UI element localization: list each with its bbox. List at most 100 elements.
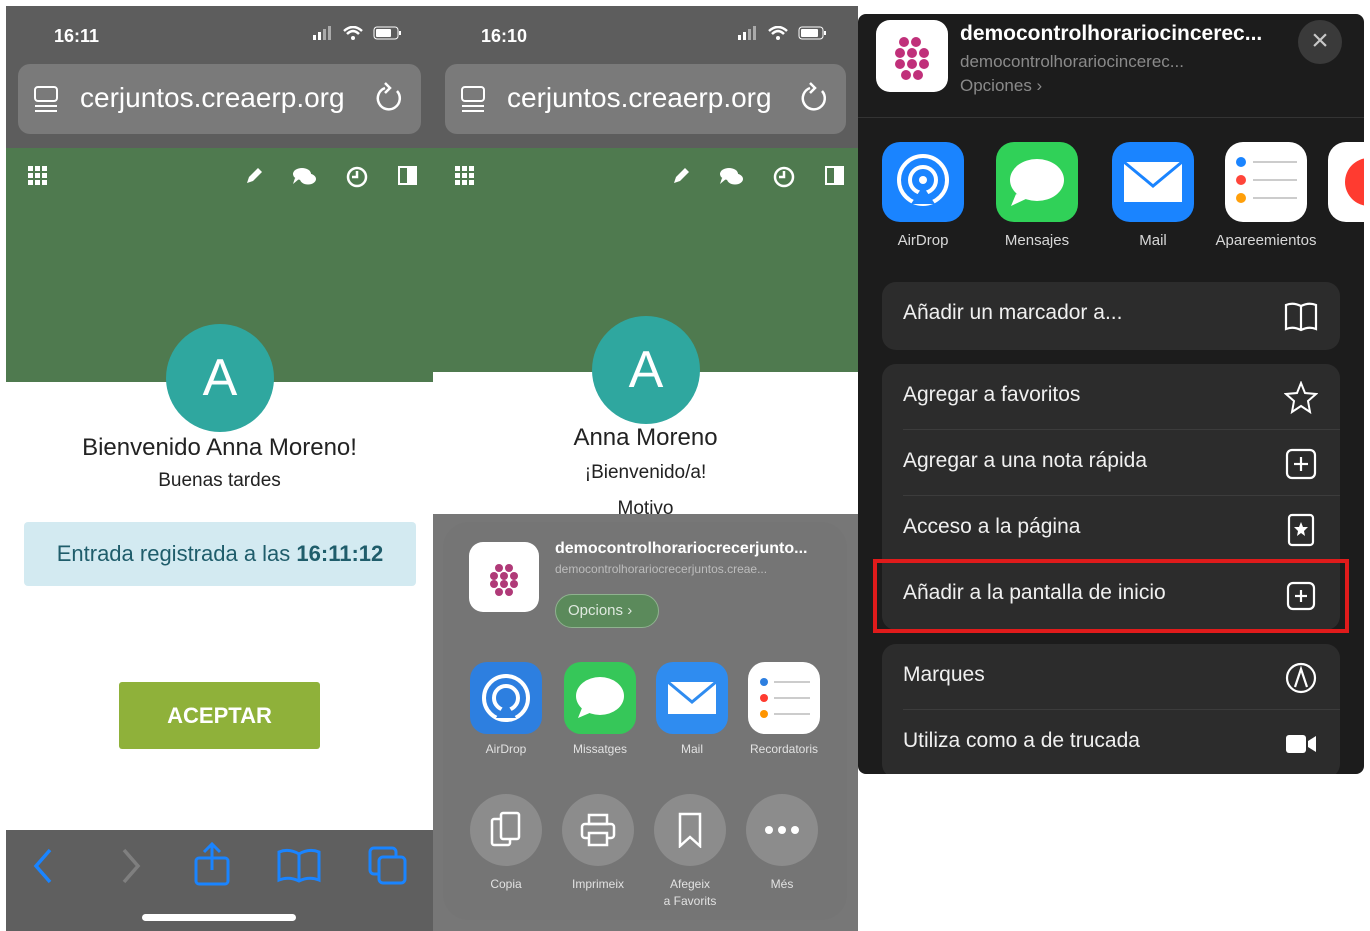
app-toolbar [433, 148, 858, 210]
grape-logo-icon [490, 564, 518, 596]
avatar: A [592, 316, 700, 424]
entry-time: 16:11:12 [296, 541, 384, 566]
share-app-messages[interactable]: Mensajes [982, 142, 1092, 249]
reminders-icon [1225, 142, 1307, 222]
back-icon[interactable] [32, 848, 56, 884]
address-bar[interactable]: cerjuntos.creaerp.org [18, 64, 421, 134]
share-action-more[interactable]: Més [737, 794, 827, 893]
grid-icon[interactable] [28, 166, 48, 186]
reload-icon[interactable] [798, 82, 830, 114]
app-label: AirDrop [897, 232, 949, 249]
clock-icon[interactable] [346, 166, 368, 188]
partial-app-icon [1328, 142, 1364, 222]
share-app-reminders[interactable]: Apareemientos [1211, 142, 1321, 249]
entry-label: Entrada registrada a las [56, 541, 297, 566]
reader-icon[interactable] [32, 84, 62, 114]
options-label: Opciones [960, 76, 1032, 95]
mail-icon [1112, 142, 1194, 222]
status-bar: 16:11 [6, 6, 433, 62]
site-icon [469, 542, 539, 612]
sidebar-toggle-icon[interactable] [825, 166, 845, 186]
row-page-access[interactable]: Acceso a la página [882, 496, 1340, 562]
close-button[interactable]: × [1298, 20, 1342, 64]
reader-icon[interactable] [459, 84, 489, 114]
share-action-add-favorites[interactable]: Afegeix a Favorits [645, 794, 735, 910]
bookmarks-icon[interactable] [276, 848, 322, 884]
print-icon [562, 794, 634, 866]
share-title: democontrolhorariocrecerjunto... [555, 540, 808, 557]
row-use-as-ringtone[interactable]: Utiliza como a de trucada [882, 710, 1340, 774]
chat-icon[interactable] [292, 166, 318, 188]
tabs-icon[interactable] [368, 846, 408, 886]
site-icon [876, 20, 948, 92]
address-bar[interactable]: cerjuntos.creaerp.org [445, 64, 846, 134]
share-subtitle: democontrolhorariocincerec... [960, 52, 1184, 71]
app-label: Mensajes [1004, 232, 1070, 249]
bookmark-icon [654, 794, 726, 866]
share-action-print[interactable]: Imprimeix [553, 794, 643, 893]
video-icon [1286, 735, 1316, 753]
messages-icon [564, 662, 636, 734]
reload-icon[interactable] [373, 82, 405, 114]
url-text: cerjuntos.creaerp.org [507, 82, 772, 113]
avatar: A [166, 324, 274, 432]
action-label: Imprimeix [571, 877, 624, 891]
app-label: Missatges [572, 742, 628, 756]
battery-icon [373, 26, 401, 40]
share-title: democontrolhorariocincerec... [960, 22, 1263, 45]
options-button[interactable]: Opcions › [555, 594, 659, 628]
greeting-text: Buenas tardes [158, 470, 281, 491]
accept-button[interactable]: ACEPTAR [119, 682, 320, 749]
divider [858, 117, 1364, 118]
share-app-partial[interactable]: Y [1314, 142, 1364, 249]
signal-icon [313, 26, 331, 40]
row-add-bookmark[interactable]: Añadir un marcador a... [882, 282, 1340, 348]
row-label: Marques [903, 663, 985, 686]
forward-icon[interactable] [118, 848, 142, 884]
phone-screen-share-sheet: 16:10 cerjuntos.creaerp.org A Anna Moren… [433, 6, 858, 931]
pencil-icon[interactable] [244, 166, 264, 186]
sidebar-toggle-icon[interactable] [398, 166, 418, 186]
share-app-airdrop[interactable]: AirDrop [469, 662, 543, 756]
app-toolbar [6, 148, 433, 210]
clock-icon[interactable] [773, 166, 795, 188]
row-quick-note[interactable]: Agregar a una nota rápida [882, 430, 1340, 496]
mail-icon [656, 662, 728, 734]
row-label: Agregar a favoritos [903, 383, 1081, 406]
share-app-mail[interactable]: Mail [1098, 142, 1208, 249]
share-app-reminders[interactable]: Recordatoris [747, 662, 821, 756]
share-app-messages[interactable]: Missatges [563, 662, 637, 756]
reminders-icon [748, 662, 820, 734]
chat-icon[interactable] [719, 166, 745, 188]
row-add-favorites[interactable]: Agregar a favoritos [882, 364, 1340, 430]
markup-icon [1285, 662, 1317, 694]
book-icon [1284, 302, 1318, 332]
app-label: Apareemientos [1215, 232, 1317, 249]
home-indicator [142, 914, 296, 921]
copy-icon [470, 794, 542, 866]
more-icon [746, 794, 818, 866]
share-app-airdrop[interactable]: AirDrop [868, 142, 978, 249]
app-label: AirDrop [485, 742, 527, 756]
quick-note-icon [1285, 448, 1317, 480]
share-action-copy[interactable]: Copia [461, 794, 551, 893]
url-text: cerjuntos.creaerp.org [80, 82, 345, 113]
pencil-icon[interactable] [671, 166, 691, 186]
browser-bottom-bar [6, 830, 433, 931]
wifi-icon [768, 26, 788, 40]
star-icon [1284, 381, 1318, 415]
action-label: Copia [490, 877, 522, 891]
wifi-icon [343, 26, 363, 40]
app-label: Recordatoris [749, 742, 819, 756]
row-markup[interactable]: Marques [882, 644, 1340, 710]
highlight-box [873, 559, 1349, 633]
close-icon: × [1311, 24, 1329, 57]
options-link[interactable]: Opciones › [960, 76, 1042, 96]
share-sheet-expanded: democontrolhorariocincerec... democontro… [858, 14, 1364, 774]
share-app-mail[interactable]: Mail [655, 662, 729, 756]
grid-icon[interactable] [455, 166, 475, 186]
bookmark-card: Añadir un marcador a... [882, 282, 1340, 350]
app-label: Mail [1139, 232, 1167, 249]
action-label: Més [770, 877, 794, 891]
share-icon[interactable] [192, 842, 232, 886]
